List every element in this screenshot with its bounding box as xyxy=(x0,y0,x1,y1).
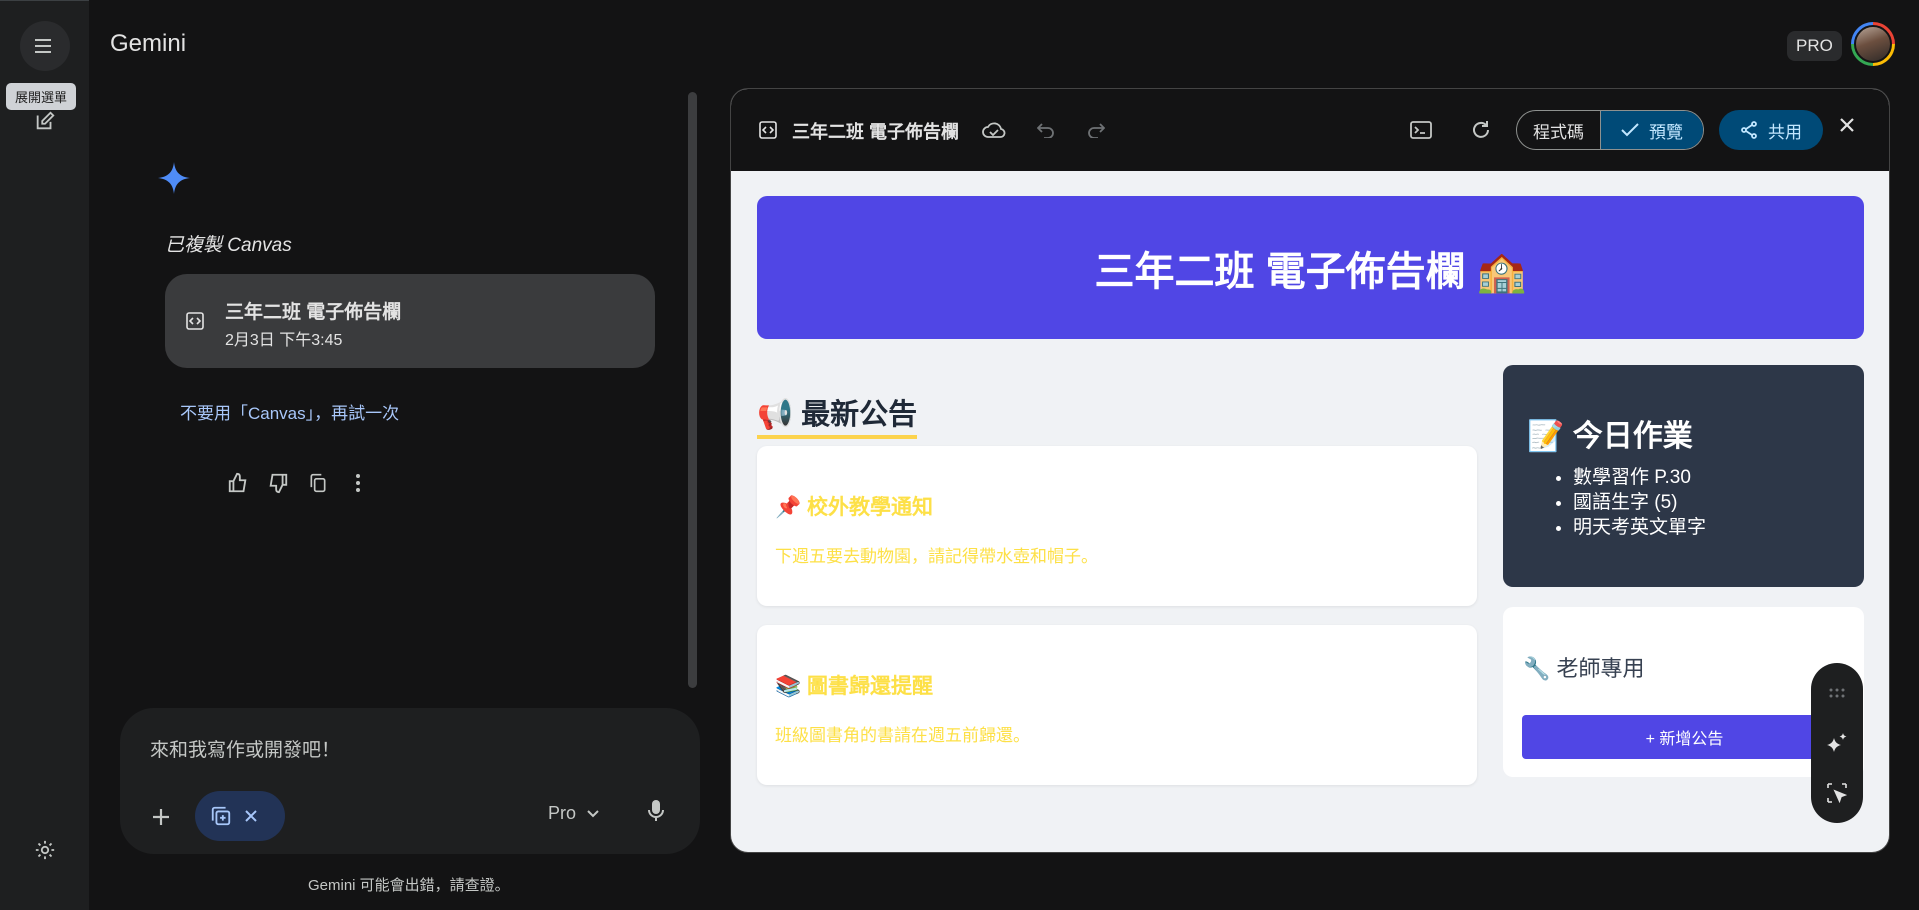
edit-icon xyxy=(36,111,55,130)
plus-icon xyxy=(153,809,169,825)
pro-badge[interactable]: PRO xyxy=(1787,31,1842,61)
tab-preview[interactable]: 預覽 xyxy=(1601,111,1703,149)
avatar[interactable] xyxy=(1851,22,1895,66)
disclaimer: Gemini 可能會出錯，請查證。 xyxy=(308,877,510,894)
mic-icon[interactable] xyxy=(647,799,665,823)
gemini-spark-icon xyxy=(158,162,190,194)
share-label: 共用 xyxy=(1768,122,1802,142)
view-toggle: 程式碼 預覽 xyxy=(1516,110,1704,150)
chat-scrollbar[interactable] xyxy=(688,92,697,688)
homework-card: 📝 今日作業 數學習作 P.30 國語生字 (5) 明天考英文單字 xyxy=(1503,365,1864,587)
share-button[interactable]: 共用 xyxy=(1719,110,1823,150)
copy-icon[interactable] xyxy=(298,470,338,496)
prompt-composer[interactable]: 來和我寫作或開發吧！ Pro xyxy=(120,708,700,854)
close-chip-icon[interactable] xyxy=(244,809,258,823)
console-icon[interactable] xyxy=(1409,118,1433,142)
undo-icon[interactable] xyxy=(1034,118,1058,142)
tab-preview-label: 預覽 xyxy=(1649,122,1683,142)
gear-icon xyxy=(35,840,55,860)
share-icon xyxy=(1741,121,1757,139)
retry-without-canvas-link[interactable]: 不要用「Canvas」，再試一次 xyxy=(180,399,399,424)
response-actions xyxy=(218,470,378,496)
announcement-body: 班級圖書角的書請在週五前歸還。 xyxy=(775,726,1030,745)
canvas-header: 三年二班 電子佈告欄 程式碼 預覽 共用 xyxy=(731,89,1889,171)
canvas-card[interactable]: 三年二班 電子佈告欄 2月3日 下午3:45 xyxy=(165,274,655,368)
close-icon[interactable] xyxy=(1839,117,1855,133)
side-rail: 展開選單 xyxy=(0,0,89,910)
more-vert-icon[interactable] xyxy=(338,470,378,496)
settings-button[interactable] xyxy=(25,830,65,870)
app-title: Gemini xyxy=(110,30,187,57)
check-icon xyxy=(1621,123,1639,137)
homework-item: 明天考英文單字 xyxy=(1573,515,1706,540)
canvas-panel: 三年二班 電子佈告欄 程式碼 預覽 共用 三年二班 電子佈告欄 🏫 📢 最新公告… xyxy=(730,88,1890,853)
homework-heading: 📝 今日作業 xyxy=(1527,420,1693,453)
redo-icon[interactable] xyxy=(1084,118,1108,142)
add-announcement-button[interactable]: + 新增公告 xyxy=(1522,715,1847,759)
teacher-heading: 🔧 老師專用 xyxy=(1523,656,1645,681)
announcement-card: 📌 校外教學通知 下週五要去動物園，請記得帶水壺和帽子。 xyxy=(757,446,1477,606)
model-label: Pro xyxy=(548,803,577,823)
tab-code[interactable]: 程式碼 xyxy=(1517,111,1601,149)
menu-icon xyxy=(35,39,51,53)
refresh-icon[interactable] xyxy=(1469,118,1493,142)
canvas-card-title: 三年二班 電子佈告欄 xyxy=(225,302,402,323)
new-chat-button[interactable] xyxy=(25,101,65,141)
cloud-saved-icon xyxy=(982,118,1006,142)
canvas-card-timestamp: 2月3日 下午3:45 xyxy=(225,332,343,349)
canvas-tool-icon xyxy=(211,806,231,826)
model-selector[interactable]: Pro xyxy=(548,803,600,824)
code-doc-icon xyxy=(186,312,204,330)
homework-list: 數學習作 P.30 國語生字 (5) 明天考英文單字 xyxy=(1547,465,1706,540)
announcement-body: 下週五要去動物園，請記得帶水壺和帽子。 xyxy=(775,547,1098,566)
avatar-photo xyxy=(1854,25,1892,63)
thumb-up-icon[interactable] xyxy=(218,470,258,496)
announcement-card: 📚 圖書歸還提醒 班級圖書角的書請在週五前歸還。 xyxy=(757,625,1477,785)
homework-item: 數學習作 P.30 xyxy=(1573,465,1706,490)
announcement-title: 📌 校外教學通知 xyxy=(775,496,933,519)
sparkle-edit-icon[interactable] xyxy=(1825,731,1849,755)
prompt-placeholder[interactable]: 來和我寫作或開發吧！ xyxy=(150,735,340,762)
menu-button[interactable] xyxy=(20,21,70,71)
add-button[interactable] xyxy=(144,800,178,834)
announcements-heading: 📢 最新公告 xyxy=(757,391,918,439)
chevron-down-icon xyxy=(587,809,599,817)
canvas-title[interactable]: 三年二班 電子佈告欄 xyxy=(792,118,959,144)
thumb-down-icon[interactable] xyxy=(258,470,298,496)
homework-item: 國語生字 (5) xyxy=(1573,490,1706,515)
select-element-icon[interactable] xyxy=(1825,781,1849,805)
canvas-copied-status: 已複製 Canvas xyxy=(165,235,292,256)
canvas-tool-chip[interactable] xyxy=(195,791,285,841)
bulletin-banner: 三年二班 電子佈告欄 🏫 xyxy=(757,196,1864,339)
floating-toolbar xyxy=(1811,663,1863,823)
drag-handle-icon[interactable] xyxy=(1825,681,1849,705)
teacher-card: 🔧 老師專用 + 新增公告 xyxy=(1503,607,1864,777)
announcement-title: 📚 圖書歸還提醒 xyxy=(775,675,933,698)
code-doc-icon xyxy=(759,121,777,139)
